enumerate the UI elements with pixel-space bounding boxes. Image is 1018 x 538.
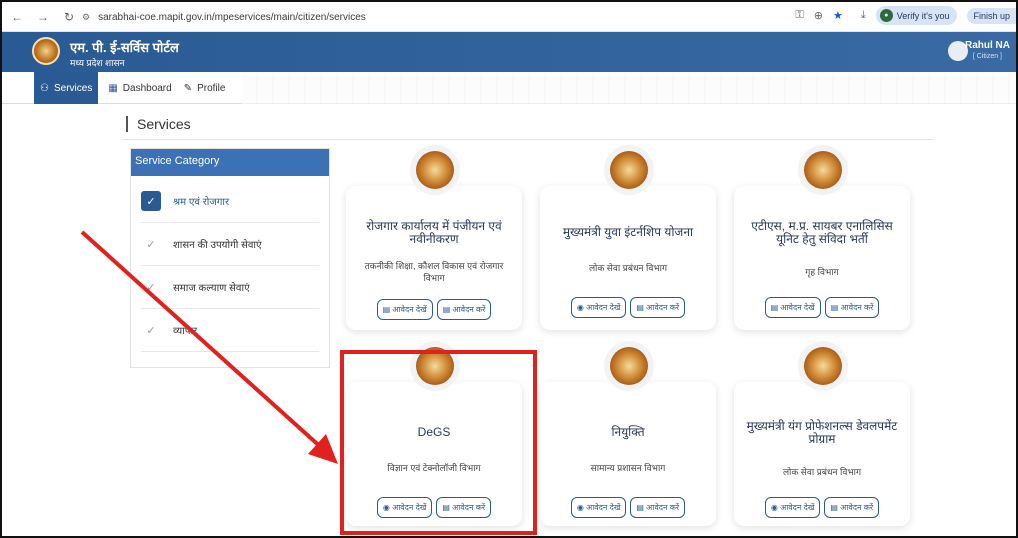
annotation-arrow [80, 230, 338, 464]
arrow-shaft [80, 230, 326, 452]
screenshot-frame: ← → ↻ ⚙ sarabhai-coe.mapit.gov.in/mpeser… [0, 0, 1018, 538]
